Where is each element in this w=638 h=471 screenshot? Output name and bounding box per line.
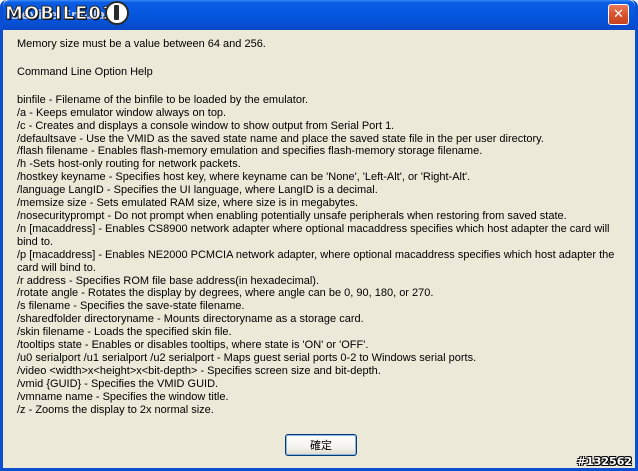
option-line: /hostkey keyname - Specifies host key, w… <box>17 171 471 184</box>
logo-text: MOBILE01 <box>4 2 116 24</box>
title-bar[interactable]: Device Emulator MOBILE01 ✕ <box>3 0 635 30</box>
dialog-content: Memory size must be a value between 64 a… <box>17 38 627 416</box>
option-line: /p [macaddress] - Enables NE2000 PCMCIA … <box>17 248 615 274</box>
ok-button-label: 確定 <box>310 439 332 452</box>
option-line: /z - Zooms the display to 2x normal size… <box>17 403 214 416</box>
option-line: binfile - Filename of the binfile to be … <box>17 93 309 106</box>
error-message: Memory size must be a value between 64 a… <box>17 38 266 50</box>
options-list: binfile - Filename of the binfile to be … <box>17 94 627 417</box>
watermark: #132562 <box>576 455 632 468</box>
option-line: /tooltips state - Enables or disables to… <box>17 339 369 352</box>
option-line: /defaultsave - Use the VMID as the saved… <box>17 132 544 145</box>
dialog-window: Device Emulator MOBILE01 ✕ Memory size m… <box>0 0 638 471</box>
option-line: /language LangID - Specifies the UI lang… <box>17 184 378 197</box>
option-line: /u0 serialport /u1 serialport /u2 serial… <box>17 351 477 364</box>
power-icon <box>105 1 129 25</box>
option-line: /skin filename - Loads the specified ski… <box>17 326 232 339</box>
option-line: /a - Keeps emulator window always on top… <box>17 106 227 119</box>
option-line: /s filename - Specifies the save-state f… <box>17 300 245 313</box>
option-line: /nosecurityprompt - Do not prompt when e… <box>17 209 567 222</box>
close-button[interactable]: ✕ <box>608 4 629 25</box>
ok-button[interactable]: 確定 <box>285 434 357 456</box>
close-icon: ✕ <box>613 7 624 22</box>
option-line: /video <width>x<height>x<bit-depth> - Sp… <box>17 364 381 377</box>
option-line: /h -Sets host-only routing for network p… <box>17 158 241 171</box>
mobile01-logo: MOBILE01 <box>4 1 129 25</box>
option-line: /n [macaddress] - Enables CS8900 network… <box>17 222 610 248</box>
option-line: /memsize size - Sets emulated RAM size, … <box>17 197 359 210</box>
section-title: Command Line Option Help <box>17 65 153 78</box>
option-line: /flash filename - Enables flash-memory e… <box>17 145 483 158</box>
option-line: /r address - Specifies ROM file base add… <box>17 274 320 287</box>
option-line: /vmname name - Specifies the window titl… <box>17 390 229 403</box>
option-line: /rotate angle - Rotates the display by d… <box>17 287 434 300</box>
option-line: /sharedfolder directoryname - Mounts dir… <box>17 313 364 326</box>
option-line: /vmid {GUID} - Specifies the VMID GUID. <box>17 377 219 390</box>
option-line: /c - Creates and displays a console wind… <box>17 119 395 132</box>
